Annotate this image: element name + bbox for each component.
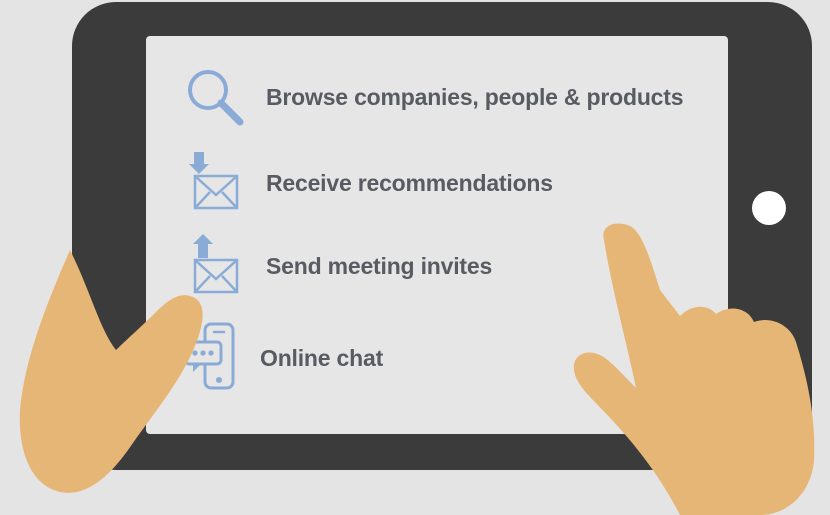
feature-send[interactable]: Send meeting invites	[178, 234, 492, 298]
tablet-illustration: Browse companies, people & products Rece…	[0, 0, 830, 515]
feature-label: Browse companies, people & products	[266, 83, 684, 110]
feature-label: Online chat	[260, 344, 384, 371]
feature-label: Receive recommendations	[266, 169, 553, 196]
mail-download-icon	[178, 152, 248, 214]
home-button[interactable]	[752, 191, 786, 225]
mail-upload-icon	[178, 234, 248, 298]
search-icon	[176, 66, 256, 128]
feature-chat[interactable]: Online chat	[176, 322, 383, 394]
chat-phone-icon	[176, 322, 246, 394]
feature-browse[interactable]: Browse companies, people & products	[176, 66, 684, 128]
feature-receive[interactable]: Receive recommendations	[178, 152, 553, 214]
feature-label: Send meeting invites	[266, 252, 493, 279]
